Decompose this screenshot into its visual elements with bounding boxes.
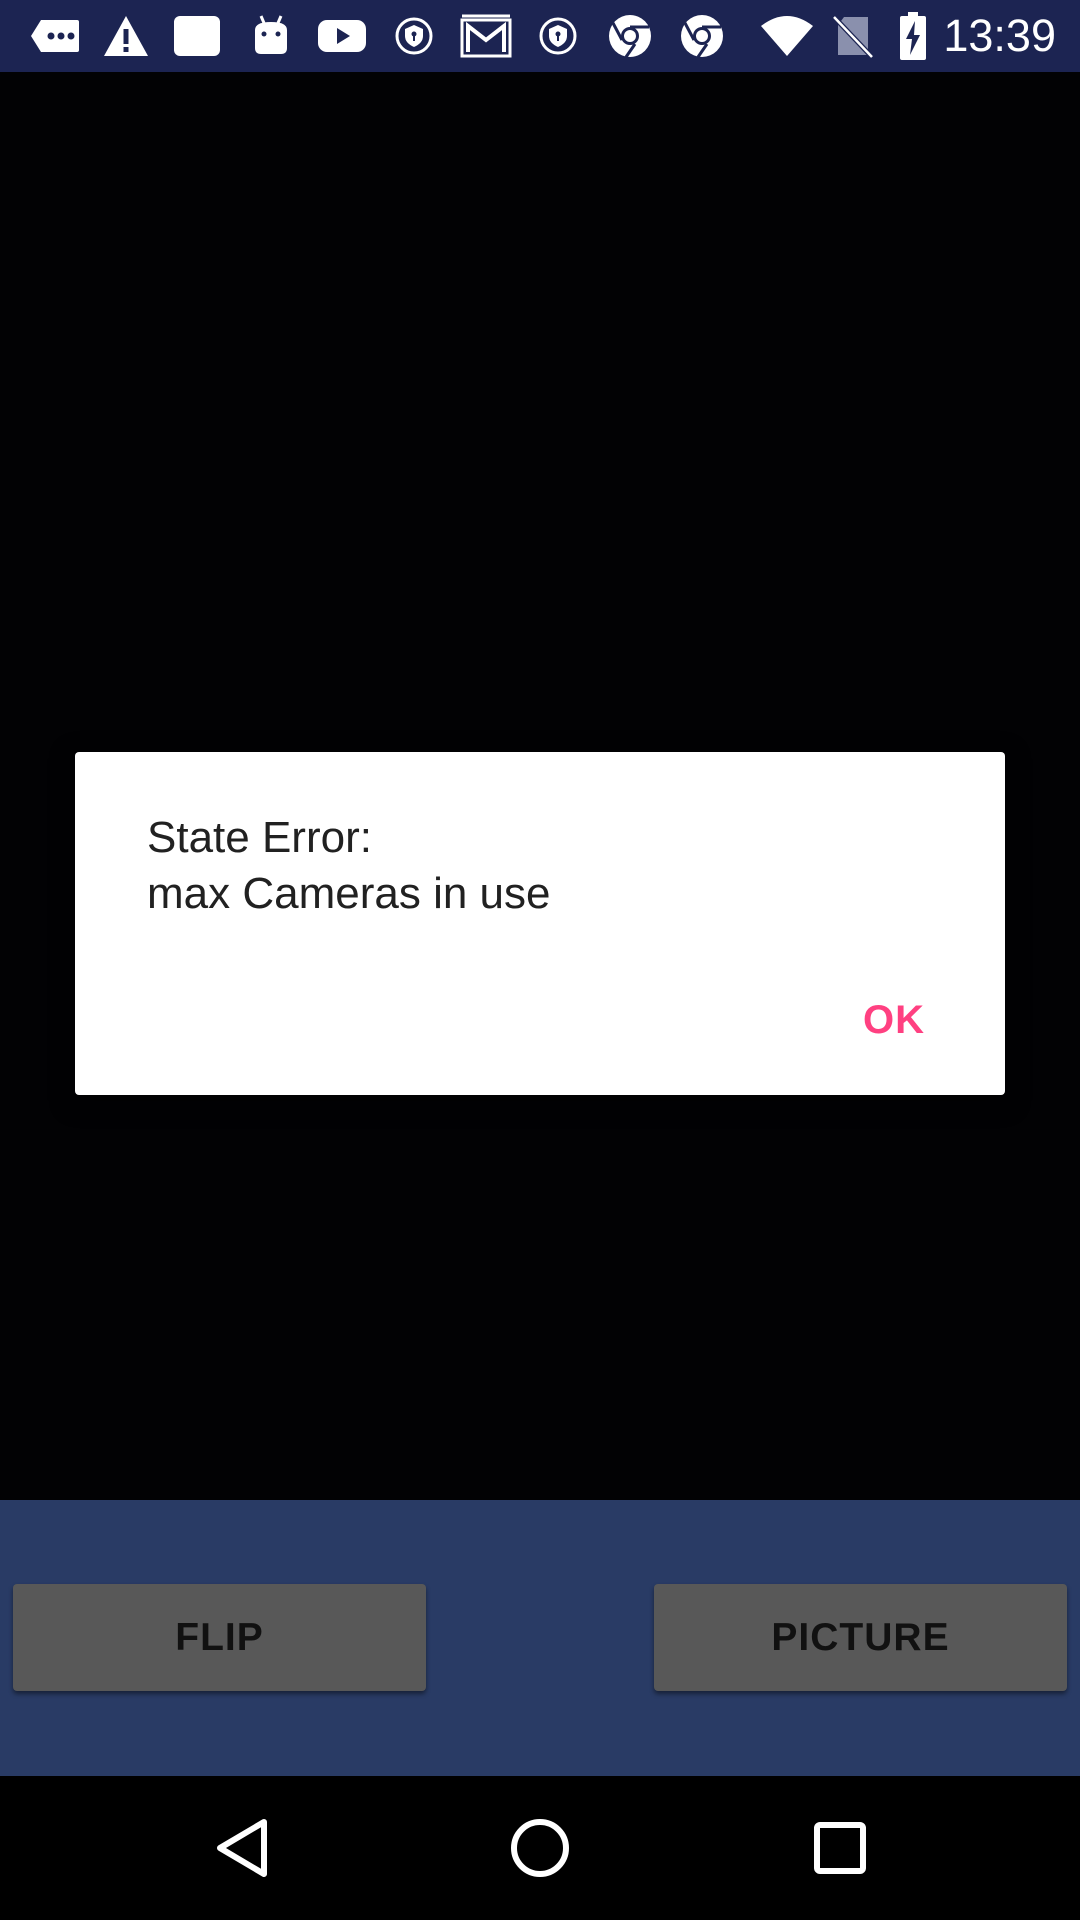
gmail-icon xyxy=(458,10,514,62)
recents-icon xyxy=(814,1822,866,1874)
navigation-bar xyxy=(0,1776,1080,1920)
error-dialog: State Error: max Cameras in use OK xyxy=(75,752,1005,1095)
message-icon xyxy=(28,10,82,62)
status-clock: 13:39 xyxy=(943,10,1056,61)
vpn-key-icon xyxy=(536,10,580,62)
home-icon xyxy=(511,1819,569,1877)
app-icon xyxy=(170,10,224,62)
vpn-key-icon xyxy=(392,10,436,62)
ok-button[interactable]: OK xyxy=(863,990,925,1050)
picture-button[interactable]: PICTURE xyxy=(654,1584,1067,1691)
chrome-icon xyxy=(678,10,726,62)
recents-button[interactable] xyxy=(792,1800,888,1896)
chrome-icon xyxy=(606,10,654,62)
flip-button[interactable]: FLIP xyxy=(13,1584,426,1691)
android-icon xyxy=(246,10,296,62)
control-bar: FLIP PICTURE xyxy=(0,1500,1080,1776)
back-icon xyxy=(217,1819,267,1877)
home-button[interactable] xyxy=(492,1800,588,1896)
dialog-message: State Error: max Cameras in use xyxy=(147,813,551,918)
back-button[interactable] xyxy=(194,1800,290,1896)
status-bar: 13:39 xyxy=(0,0,1080,72)
no-sim-icon xyxy=(830,10,876,62)
warning-icon xyxy=(100,10,152,62)
wifi-icon xyxy=(758,10,816,62)
youtube-icon xyxy=(316,10,368,62)
screen: 13:39 State Error: max Cameras in use OK… xyxy=(0,0,1080,1920)
battery-charging-icon xyxy=(896,10,930,62)
